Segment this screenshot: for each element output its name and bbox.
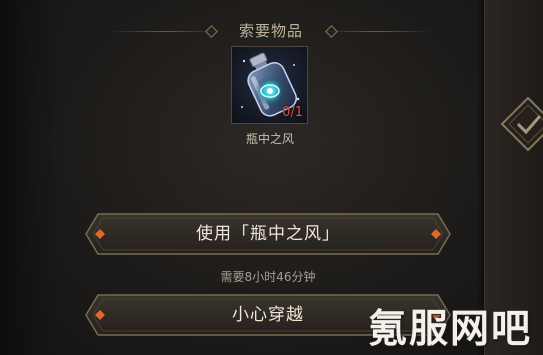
use-item-button[interactable]: 使用「瓶中之风」: [84, 211, 452, 257]
item-count: 0/1: [282, 105, 303, 120]
item-name: 瓶中之风: [245, 132, 294, 146]
header-divider-left: [110, 31, 220, 32]
time-requirement-text: 需要8小时46分钟: [220, 270, 316, 284]
required-items-title: 索要物品: [238, 22, 303, 40]
item-card[interactable]: 0/1: [231, 46, 308, 124]
header-divider-right: [322, 31, 432, 32]
watermark: 氪服网吧: [368, 298, 543, 352]
use-item-label: 使用「瓶中之风」: [196, 224, 340, 244]
check-emblem-icon[interactable]: [500, 96, 543, 152]
left-shadow: [0, 0, 60, 355]
header-diamond-left: [205, 25, 218, 38]
watermark-text: 氪服网吧: [368, 307, 533, 352]
game-dialog-scene: 索要物品 0/1 瓶中之风 使用「瓶中之风」 需要8小时46分钟 小心穿越 氪服…: [0, 0, 543, 355]
